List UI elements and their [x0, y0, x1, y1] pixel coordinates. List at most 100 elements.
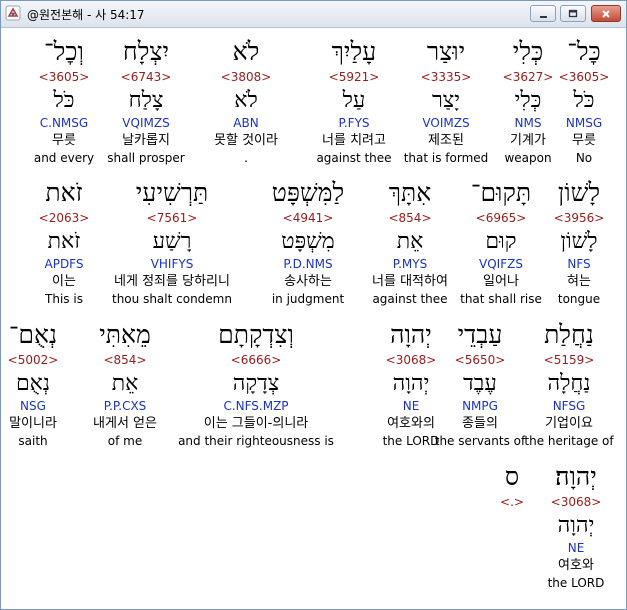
- hebrew-lemma: אֵת: [396, 229, 424, 254]
- app-window: @원전본해 - 사 54:17 כׇּל־ <3605> כֹּל NMSG 무릇 No כ…: [0, 0, 627, 610]
- word-block[interactable]: נַחֲלַת <5159> נַחֲלָה NFSG 기업이요 the heritage…: [521, 317, 614, 450]
- morphology-code: P.FYS: [338, 116, 370, 130]
- english-gloss: saith: [18, 434, 48, 448]
- strong-number: <854>: [103, 353, 147, 367]
- window-title: @원전본해 - 사 54:17: [27, 8, 145, 22]
- hebrew-lemma: לָשׁוֹן: [560, 229, 598, 254]
- hebrew-lemma: אֵת: [111, 371, 139, 396]
- word-block[interactable]: אִתָּךְ <854> אֵת P.MYS 너를 대적하여 against thee: [365, 175, 455, 308]
- hebrew-word: יוּצַר: [426, 37, 466, 66]
- morphology-code: C.NMSG: [39, 116, 89, 130]
- word-block[interactable]: לָשׁוֹן <3956> לָשׁוֹן NFS 혀는 tongue: [549, 175, 609, 308]
- word-block[interactable]: מֵאִתִּי <854> אֵת P.P.CXS 내게서 얻은 of me: [75, 317, 175, 450]
- hebrew-lemma: צְדָקָה: [232, 371, 280, 396]
- hebrew-lemma: רָשַׁע: [152, 229, 192, 254]
- word-block[interactable]: כְּלִי <3627> כְּלִי NMS 기계가 weapon: [494, 34, 562, 167]
- strong-number: <5159>: [543, 353, 595, 367]
- close-icon: [602, 9, 610, 18]
- hebrew-lemma: כֹּל: [573, 88, 595, 113]
- word-block[interactable]: יִצְלָח <6743> צָלַח VQIMZS 날카롭지 shall prospe…: [96, 34, 196, 167]
- korean-gloss: 네게 정죄를 당하리니: [114, 274, 230, 289]
- korean-gloss: 무릇: [52, 133, 76, 148]
- korean-gloss: 여호와의: [387, 416, 435, 431]
- maximize-icon: [568, 9, 578, 17]
- title-bar[interactable]: @원전본해 - 사 54:17: [1, 1, 626, 28]
- korean-gloss: 여호와: [558, 558, 594, 573]
- word-block[interactable]: עָלַיִךְ <5921> עַל P.FYS 너를 치려고 against thee: [309, 34, 399, 167]
- strong-number: <3627>: [502, 70, 554, 84]
- hebrew-word: מֵאִתִּי: [99, 320, 151, 349]
- english-gloss: the LORD: [382, 434, 440, 448]
- strong-number: <6666>: [230, 353, 282, 367]
- english-gloss: against thee: [316, 151, 392, 165]
- english-gloss: [497, 576, 527, 592]
- minimize-button[interactable]: [530, 5, 556, 22]
- maximize-button[interactable]: [560, 5, 586, 22]
- hebrew-lemma: נַחֲלָה: [547, 371, 591, 396]
- strong-number: <3605>: [558, 70, 610, 84]
- korean-gloss: 내게서 얻은: [93, 416, 157, 431]
- strong-number: <7561>: [146, 211, 198, 225]
- word-block[interactable]: זֹאת <2063> זֹאת APDFS 이는 This is: [29, 175, 99, 308]
- hebrew-word: אִתָּךְ: [388, 178, 432, 207]
- strong-number: <3605>: [38, 70, 90, 84]
- english-gloss: shall prosper: [107, 151, 185, 165]
- word-block[interactable]: תַּרְשִׁיעִי <7561> רָשַׁע VHIFYS 네게 정죄를 당하리…: [92, 175, 252, 308]
- english-gloss: and every: [33, 151, 95, 165]
- english-gloss: that is formed: [403, 151, 489, 165]
- word-block[interactable]: יְהוָה׃ <3068> יְהוָה NE 여호와 the LORD: [541, 459, 611, 592]
- strong-number: <3956>: [553, 211, 605, 225]
- hebrew-word: וְכׇל־: [44, 37, 84, 66]
- word-block[interactable]: וְצִדְקָתָם <6666> צְדָקָה C.NFS.MZP 이는 그들이-…: [170, 317, 342, 450]
- korean-gloss: 기계가: [510, 133, 546, 148]
- hebrew-lemma: יְהוָה: [392, 371, 430, 396]
- morphology-code: NFSG: [552, 399, 586, 413]
- hebrew-word: וְצִדְקָתָם: [218, 320, 294, 349]
- hebrew-lemma: עַל: [342, 88, 366, 113]
- english-gloss: that shall rise: [460, 292, 542, 306]
- strong-number: <3068>: [385, 353, 437, 367]
- bible-app-icon: [5, 5, 21, 21]
- word-block[interactable]: לֹא <3808> לֹא ABN 못할 것이라.: [196, 34, 296, 167]
- korean-gloss: [497, 556, 527, 576]
- morphology-code: NFS: [567, 257, 591, 271]
- morphology-code: VQIFZS: [479, 257, 523, 271]
- hebrew-word: יְהוָה׃: [555, 462, 597, 491]
- minimize-icon: [540, 15, 547, 18]
- hebrew-word: כׇּל־: [567, 37, 601, 66]
- close-button[interactable]: [591, 5, 621, 22]
- hebrew-word: תַּרְשִׁיעִי: [135, 178, 209, 207]
- hebrew-word: נְאֻם־: [8, 320, 58, 349]
- word-block[interactable]: כׇּל־ <3605> כֹּל NMSG 무릇 No: [558, 34, 610, 167]
- word-block[interactable]: וְכׇל־ <3605> כֹּל C.NMSG 무릇 and every: [29, 34, 99, 167]
- hebrew-word: תָּקוּם־: [470, 178, 532, 207]
- korean-gloss: 혀는: [567, 274, 591, 289]
- hebrew-lemma: זֹאת: [47, 229, 81, 254]
- morphology-code: VOIMZS: [422, 116, 470, 130]
- korean-gloss: 송사하는: [284, 274, 332, 289]
- english-gloss: the heritage of: [524, 434, 614, 448]
- strong-number: <5921>: [328, 70, 380, 84]
- word-block[interactable]: נְאֻם־ <5002> נְאֻם NSG 말이니라 saith: [5, 317, 63, 450]
- english-gloss: against thee: [372, 292, 448, 306]
- morphology-code: VHIFYS: [150, 257, 194, 271]
- word-block[interactable]: יְהוָה <3068> יְהוָה NE 여호와의 the LORD: [373, 317, 449, 450]
- strong-number: <5002>: [7, 353, 59, 367]
- word-block[interactable]: לַמִּשְׁפָּט <4941> מִשְׁפָּט P.D.NMS 송사하는 in…: [262, 175, 354, 308]
- morphology-code: ABN: [233, 116, 259, 130]
- morphology-code: APDFS: [44, 257, 84, 271]
- english-gloss: This is: [45, 292, 83, 306]
- korean-gloss: 이는: [52, 274, 76, 289]
- morphology-code: NE: [402, 399, 420, 413]
- hebrew-lemma: נְאֻם: [15, 371, 51, 396]
- word-block[interactable]: ס <.>: [497, 459, 527, 592]
- korean-gloss: 일어나: [483, 274, 519, 289]
- word-block[interactable]: תָּקוּם־ <6965> קוּם VQIFZS 일어나 that shall ri…: [457, 175, 545, 308]
- verse-analysis-panel[interactable]: כׇּל־ <3605> כֹּל NMSG 무릇 No כְּלִי <3627> כְּלִ…: [5, 28, 614, 607]
- hebrew-lemma: צָלַח: [128, 88, 164, 113]
- word-block[interactable]: יוּצַר <3335> יָצַר VOIMZS 제조된 that is formed: [400, 34, 492, 167]
- morphology-code: [497, 540, 527, 556]
- morphology-code: VQIMZS: [122, 116, 170, 130]
- hebrew-word: לֹא: [232, 37, 260, 66]
- strong-number: <3068>: [550, 495, 602, 509]
